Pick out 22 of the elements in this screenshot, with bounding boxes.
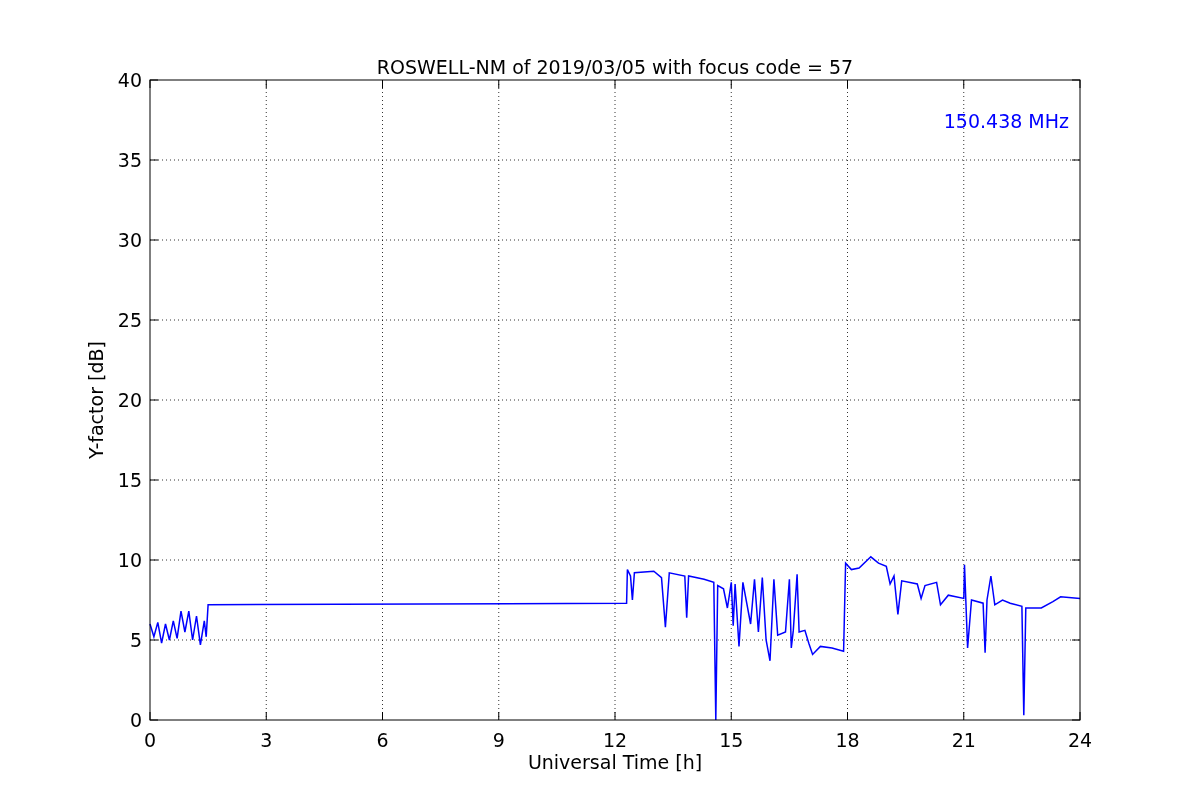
tick-label: 35 xyxy=(117,149,142,171)
tick-label: 5 xyxy=(129,629,142,651)
tick-label: 0 xyxy=(129,709,142,731)
tick-label: 20 xyxy=(117,389,142,411)
series-label: 150.438 MHz xyxy=(943,110,1069,132)
tick-label: 0 xyxy=(143,729,157,751)
tick-label: 12 xyxy=(602,729,628,751)
chart-title: ROSWELL-NM of 2019/03/05 with focus code = 57 xyxy=(376,56,854,78)
tick-label: 3 xyxy=(260,729,273,751)
tick-label: 10 xyxy=(117,549,142,571)
tick-label: 24 xyxy=(1067,729,1093,751)
tick-label: 30 xyxy=(117,229,142,251)
y-axis-label: Y-factor [dB] xyxy=(85,341,107,459)
tick-label: 21 xyxy=(951,729,976,751)
tick-label: 18 xyxy=(835,729,860,751)
tick-label: 15 xyxy=(117,469,142,491)
tick-label: 9 xyxy=(492,729,505,751)
tick-label: 40 xyxy=(117,69,142,91)
tick-label: 6 xyxy=(376,729,389,751)
tick-label: 25 xyxy=(117,309,142,331)
tick-label: 15 xyxy=(719,729,744,751)
x-axis-label: Universal Time [h] xyxy=(527,751,703,773)
